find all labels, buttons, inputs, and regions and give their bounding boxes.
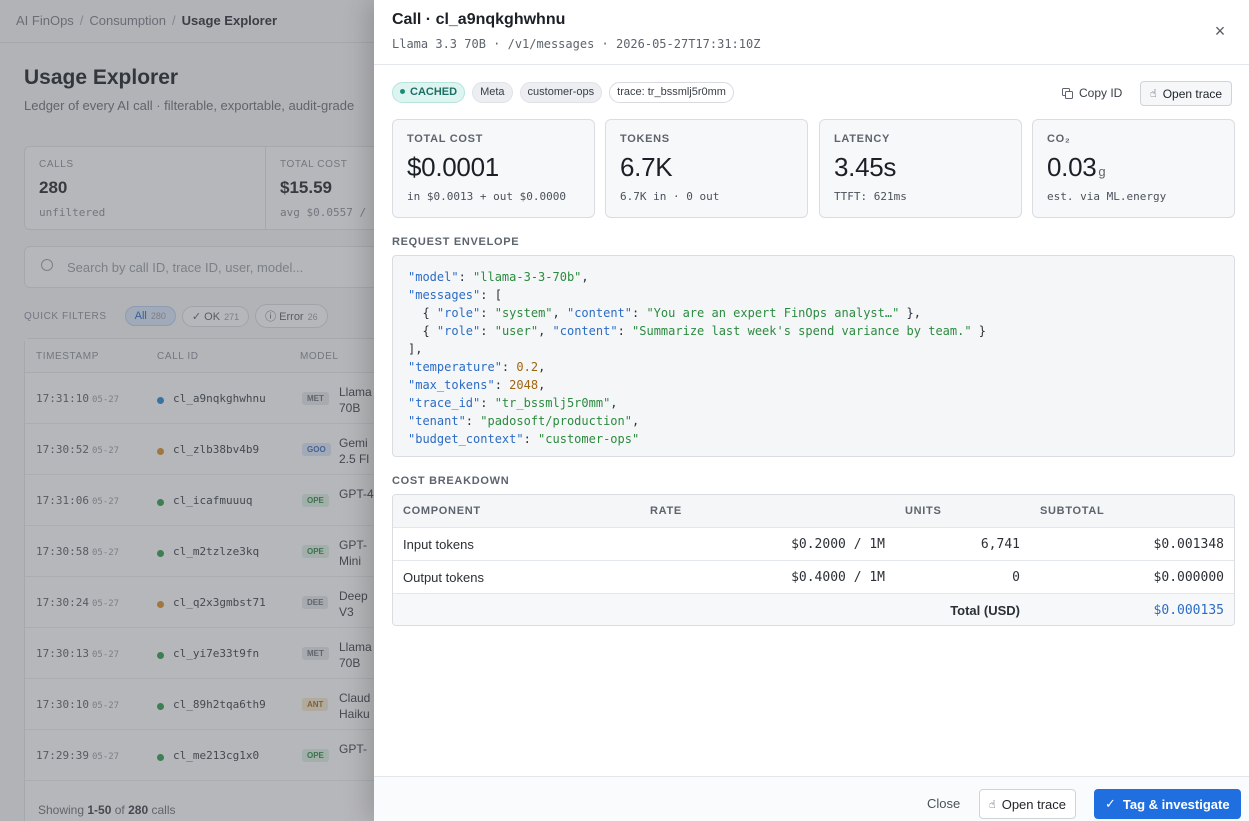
metric-card-tokens: TOKENS 6.7K 6.7K in · 0 out xyxy=(605,119,808,218)
call-detail-drawer: Call · cl_a9nqkghwhnu Llama 3.3 70B · /v… xyxy=(374,0,1249,821)
total-row: Total (USD) $0.000135 xyxy=(393,594,1234,625)
request-envelope-code: "model": "llama-3-3-70b", "messages": [ … xyxy=(392,255,1235,457)
status-dot-icon xyxy=(400,89,405,94)
metric-label: LATENCY xyxy=(834,133,891,145)
section-title-cost-breakdown: COST BREAKDOWN xyxy=(392,475,510,487)
tag-row: CACHED Meta customer-ops trace: tr_bssml… xyxy=(392,82,734,104)
metric-label: TOKENS xyxy=(620,133,670,145)
total-label: Total (USD) xyxy=(950,603,1020,618)
metric-value: 6.7K xyxy=(620,152,673,182)
pointer-icon: ☝ xyxy=(989,798,996,811)
metric-sub: 6.7K in · 0 out xyxy=(620,190,720,203)
open-trace-label: Open trace xyxy=(1162,86,1223,101)
json-value-budget-context: "customer-ops" xyxy=(538,432,640,446)
copy-id-label: Copy ID xyxy=(1079,86,1123,100)
copy-id-button[interactable]: Copy ID xyxy=(1062,84,1122,102)
metric-value: 3.45s xyxy=(834,152,897,182)
budget-tag: customer-ops xyxy=(519,82,603,103)
drawer-title: Call · cl_a9nqkghwhnu xyxy=(392,11,566,28)
metric-value: $0.0001 xyxy=(407,152,499,182)
metric-card-latency: LATENCY 3.45s TTFT: 621ms xyxy=(819,119,1022,218)
metric-value: 0.03 g xyxy=(1047,152,1106,182)
drawer-header: Call · cl_a9nqkghwhnu Llama 3.3 70B · /v… xyxy=(374,0,1249,65)
cell-units: 0 xyxy=(1012,570,1020,585)
section-title-request-envelope: REQUEST ENVELOPE xyxy=(392,236,520,248)
cell-subtotal: $0.001348 xyxy=(1153,537,1224,552)
metric-sub: in $0.0013 + out $0.0000 xyxy=(407,190,566,203)
cell-component: Input tokens xyxy=(403,537,474,552)
footer-open-trace-button[interactable]: ☝ Open trace xyxy=(979,789,1077,819)
cell-rate: $0.2000 / 1M xyxy=(791,537,885,552)
table-header-row: COMPONENT RATE UNITS SUBTOTAL xyxy=(393,495,1234,528)
check-icon: ✓ xyxy=(1105,796,1116,811)
provider-tag: Meta xyxy=(472,82,513,103)
drawer-footer: Close ☝ Open trace ✓ Tag & investigate xyxy=(374,776,1249,821)
metric-label: TOTAL COST xyxy=(407,133,484,145)
total-value: $0.000135 xyxy=(1153,603,1224,618)
close-icon[interactable]: × xyxy=(1210,21,1230,41)
metric-label: CO₂ xyxy=(1047,133,1071,145)
json-value-max-tokens: 2048 xyxy=(509,378,539,392)
footer-open-trace-label: Open trace xyxy=(1001,796,1067,812)
table-row: Output tokens $0.4000 / 1M 0 $0.000000 xyxy=(393,561,1234,594)
metric-card-co2: CO₂ 0.03 g est. via ML.energy xyxy=(1032,119,1235,218)
column-header: SUBTOTAL xyxy=(1040,505,1105,517)
cached-badge: CACHED xyxy=(392,82,466,103)
column-header: RATE xyxy=(650,505,682,517)
pointer-icon: ☝ xyxy=(1150,88,1157,100)
cell-subtotal: $0.000000 xyxy=(1153,570,1224,585)
metric-cards: TOTAL COST $0.0001 in $0.0013 + out $0.0… xyxy=(392,119,1235,218)
metric-sub: TTFT: 621ms xyxy=(834,190,907,203)
cell-units: 6,741 xyxy=(980,537,1020,552)
json-value-tenant: "padosoft/production" xyxy=(480,414,632,428)
json-value-model: "llama-3-3-70b" xyxy=(473,270,582,284)
drawer-subtitle: Llama 3.3 70B · /v1/messages · 2026-05-2… xyxy=(392,37,761,51)
json-value-trace-id: "tr_bssmlj5r0mm" xyxy=(494,396,611,410)
tag-investigate-label: Tag & investigate xyxy=(1122,796,1230,812)
trace-tag[interactable]: trace: tr_bssmlj5r0mm xyxy=(609,82,734,103)
close-button[interactable]: Close xyxy=(927,796,960,811)
cell-component: Output tokens xyxy=(403,570,484,585)
cell-rate: $0.4000 / 1M xyxy=(791,570,885,585)
table-row: Input tokens $0.2000 / 1M 6,741 $0.00134… xyxy=(393,528,1234,561)
cost-breakdown-table: COMPONENT RATE UNITS SUBTOTAL Input toke… xyxy=(392,494,1235,626)
open-trace-button[interactable]: ☝ Open trace xyxy=(1140,81,1233,106)
metric-card-total-cost: TOTAL COST $0.0001 in $0.0013 + out $0.0… xyxy=(392,119,595,218)
json-value-user-content: "Summarize last week's spend variance by… xyxy=(632,324,972,338)
json-value-system-content: "You are an expert FinOps analyst…" xyxy=(646,306,900,320)
metric-sub: est. via ML.energy xyxy=(1047,190,1167,203)
copy-icon xyxy=(1062,87,1073,99)
column-header: UNITS xyxy=(905,505,942,517)
json-value-temperature: 0.2 xyxy=(516,360,539,374)
column-header: COMPONENT xyxy=(403,505,481,517)
tag-investigate-button[interactable]: ✓ Tag & investigate xyxy=(1094,789,1241,819)
